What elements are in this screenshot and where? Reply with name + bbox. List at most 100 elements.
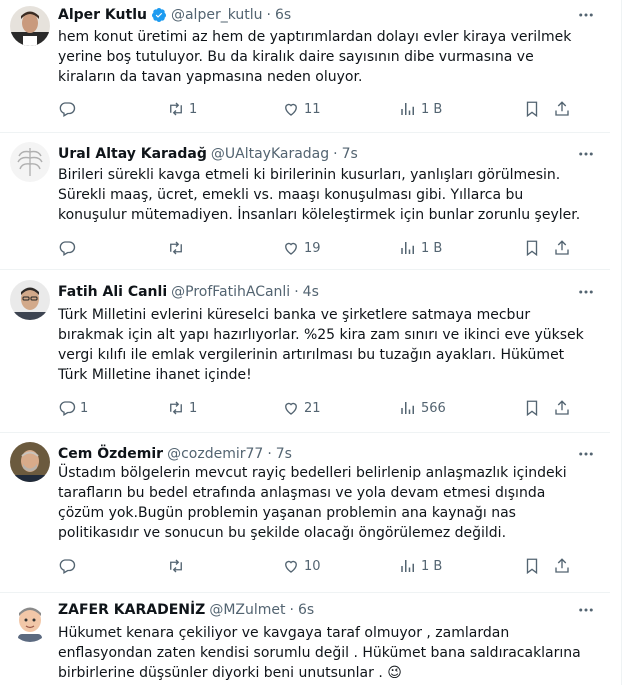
retweet-button[interactable] — [167, 556, 189, 576]
tweet-timestamp[interactable]: 6s — [275, 5, 291, 25]
tweet-timestamp[interactable]: 4s — [303, 282, 319, 302]
share-button[interactable] — [553, 556, 571, 576]
bookmark-icon — [526, 558, 538, 575]
views-button[interactable]: 1 B — [399, 556, 442, 576]
separator-dot: · — [294, 284, 299, 300]
tweet[interactable]: Fatih Ali Canli @ProfFatihACanli · 4s Tü… — [0, 270, 610, 433]
tweet-text-line: tarafların bu bedel etrafında anlaşması … — [58, 485, 546, 501]
author-name[interactable]: Alper Kutlu — [58, 5, 147, 25]
tweet-header: ZAFER KARADENİZ @MZulmet · 6s — [58, 600, 314, 620]
share-button[interactable] — [553, 398, 571, 418]
reply-button[interactable] — [58, 99, 80, 119]
tweet[interactable]: Cem Özdemir @cozdemir77 · 7s Üstadım böl… — [0, 433, 610, 593]
tweet-text-line: vergi kılıfı ile emlak vergilerinin artı… — [58, 347, 565, 363]
retweet-icon — [170, 559, 182, 573]
tweet-text-line: politikasıdır ve sonucun bu şekilde olac… — [58, 525, 507, 541]
tweet-text-line: Hükumet kenara çekiliyor ve kavgaya tara… — [58, 625, 510, 641]
author-name[interactable]: ZAFER KARADENİZ — [58, 600, 205, 620]
tweet-text-line: Türk Milletini evlerini küreselci banka … — [58, 307, 531, 323]
avatar[interactable] — [10, 602, 50, 642]
tweet[interactable]: ZAFER KARADENİZ @MZulmet · 6s Hükumet ke… — [0, 593, 610, 685]
tweet[interactable]: Ural Altay Karadağ @UAltayKaradag · 7s B… — [0, 133, 610, 270]
more-icon[interactable] — [576, 282, 596, 302]
views-count: 1 B — [421, 101, 443, 117]
like-count: 11 — [304, 101, 321, 117]
bookmark-icon — [526, 101, 538, 118]
reply-icon — [59, 401, 76, 416]
views-button[interactable]: 1 B — [399, 238, 442, 258]
reply-icon — [59, 559, 76, 574]
tweet-text-line: birbirlerine düşsünler diyorki beni unut… — [58, 665, 402, 681]
tweet-text: Hükumet kenara çekiliyor ve kavgaya tara… — [58, 623, 581, 683]
avatar[interactable] — [10, 442, 50, 482]
tweet-text-line: enflasyondan zaten kendisi sorumlu değil… — [58, 645, 581, 661]
retweet-icon — [170, 401, 182, 415]
tweet-text: Türk Milletini evlerini küreselci banka … — [58, 305, 584, 385]
reply-button[interactable]: 1 — [58, 398, 88, 418]
author-name[interactable]: Cem Özdemir — [58, 444, 163, 464]
share-icon — [555, 558, 569, 573]
views-icon — [401, 242, 414, 254]
tweet-actions: 1 11 1 B — [50, 99, 590, 119]
bookmark-icon — [526, 240, 538, 257]
like-count: 10 — [304, 558, 321, 574]
author-name[interactable]: Fatih Ali Canli — [58, 282, 167, 302]
author-handle[interactable]: @alper_kutlu — [171, 5, 263, 25]
tweet-actions: 10 1 B — [50, 556, 590, 576]
author-handle[interactable]: @MZulmet — [209, 600, 285, 620]
reply-count: 1 — [80, 400, 89, 416]
author-name[interactable]: Ural Altay Karadağ — [58, 144, 207, 164]
bookmark-button[interactable] — [523, 556, 541, 576]
tweet-timestamp[interactable]: 6s — [298, 600, 314, 620]
views-count: 566 — [421, 400, 446, 416]
like-icon — [285, 402, 297, 415]
bookmark-button[interactable] — [523, 398, 541, 418]
retweet-button[interactable]: 1 — [167, 99, 197, 119]
retweet-count: 1 — [189, 101, 198, 117]
like-button[interactable]: 21 — [282, 398, 321, 418]
like-icon — [285, 242, 297, 255]
avatar[interactable] — [10, 6, 50, 46]
retweet-button[interactable]: 1 — [167, 398, 197, 418]
bookmark-button[interactable] — [523, 238, 541, 258]
views-count: 1 B — [421, 240, 443, 256]
avatar[interactable] — [10, 142, 50, 182]
avatar[interactable] — [10, 280, 50, 320]
reply-button[interactable] — [58, 556, 80, 576]
tweet-header: Fatih Ali Canli @ProfFatihACanli · 4s — [58, 282, 319, 302]
tweet-text-line: kiraların da tavan yapmasına neden oluyo… — [58, 69, 363, 85]
retweet-count: 1 — [189, 400, 198, 416]
reply-button[interactable] — [58, 238, 80, 258]
share-button[interactable] — [553, 238, 571, 258]
more-icon[interactable] — [576, 600, 596, 620]
author-handle[interactable]: @UAltayKaradag — [211, 144, 329, 164]
share-icon — [555, 240, 569, 255]
author-handle[interactable]: @ProfFatihACanli — [171, 282, 290, 302]
views-icon — [401, 103, 414, 115]
like-button[interactable]: 19 — [282, 238, 321, 258]
verified-badge-icon — [151, 7, 167, 23]
tweet-text: Birileri sürekli kavga etmeli ki biriler… — [58, 165, 580, 225]
share-icon — [555, 101, 569, 116]
more-icon[interactable] — [576, 5, 596, 25]
separator-dot: · — [289, 602, 294, 618]
separator-dot: · — [267, 446, 272, 462]
more-icon[interactable] — [576, 144, 596, 164]
views-button[interactable]: 566 — [399, 398, 446, 418]
views-count: 1 B — [421, 558, 443, 574]
tweet[interactable]: Alper Kutlu @alper_kutlu · 6s hem konut … — [0, 0, 610, 133]
tweet-timestamp[interactable]: 7s — [276, 444, 292, 464]
tweet-text-line: Üstadım bölgelerin mevcut rayiç bedeller… — [58, 465, 567, 481]
like-button[interactable]: 10 — [282, 556, 321, 576]
like-count: 19 — [304, 240, 321, 256]
share-button[interactable] — [553, 99, 571, 119]
more-icon[interactable] — [576, 444, 596, 464]
like-button[interactable]: 11 — [282, 99, 321, 119]
tweet-timestamp[interactable]: 7s — [342, 144, 358, 164]
author-handle[interactable]: @cozdemir77 — [167, 444, 263, 464]
retweet-button[interactable] — [167, 238, 189, 258]
tweet-text: hem konut üretimi az hem de yaptırımlard… — [58, 27, 578, 87]
views-button[interactable]: 1 B — [399, 99, 442, 119]
share-icon — [555, 400, 569, 415]
bookmark-button[interactable] — [523, 99, 541, 119]
